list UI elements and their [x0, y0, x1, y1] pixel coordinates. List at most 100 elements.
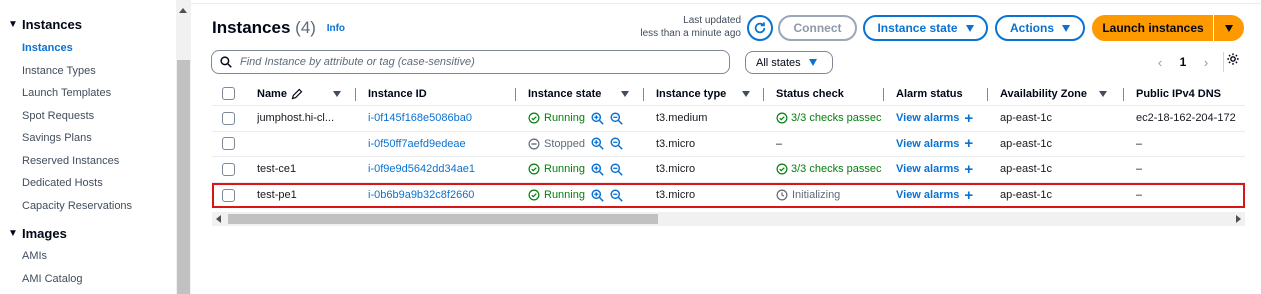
table-row-highlighted[interactable]: test-pe1 i-0b6b9a9b32c8f2660 Running t3.…: [212, 182, 1245, 208]
instance-state-cell: Stopped: [528, 132, 623, 157]
nav-item-spot-requests[interactable]: Spot Requests: [0, 105, 176, 128]
nav-item-reserved-instances[interactable]: Reserved Instances: [0, 150, 176, 173]
column-header-alarm-status[interactable]: Alarm status: [896, 82, 963, 105]
instance-name: test-ce1: [257, 163, 297, 176]
nav-section-images[interactable]: ▼ Images: [0, 223, 176, 243]
select-all-cell[interactable]: [222, 82, 235, 105]
instance-state-button[interactable]: Instance state: [863, 15, 988, 41]
sort-caret-icon[interactable]: [742, 90, 751, 97]
column-header-public-dns[interactable]: Public IPv4 DNS: [1136, 82, 1221, 105]
plus-icon[interactable]: +: [964, 135, 973, 152]
column-header-label: Public IPv4 DNS: [1136, 87, 1221, 100]
scrollbar-thumb[interactable]: [228, 214, 658, 224]
last-updated-value: less than a minute ago: [640, 28, 741, 39]
view-alarms-link[interactable]: View alarms +: [896, 185, 973, 207]
instance-state-label: Instance state: [877, 21, 958, 35]
zoom-out-icon[interactable]: [610, 137, 623, 150]
column-header-label: Instance ID: [368, 87, 427, 100]
table-row[interactable]: i-0f50ff7aefd9edeae Stopped t3.micro – V…: [212, 132, 1245, 157]
status-check-cell: 3/3 checks passec: [776, 106, 884, 131]
sort-caret-icon[interactable]: [1099, 90, 1108, 97]
nav-item-ami-catalog[interactable]: AMI Catalog: [0, 268, 176, 291]
launch-instances-button[interactable]: Launch instances: [1092, 15, 1214, 41]
column-divider[interactable]: [987, 88, 988, 101]
zoom-out-icon[interactable]: [610, 189, 623, 202]
column-header-instance-type[interactable]: Instance type: [656, 82, 756, 105]
actions-button[interactable]: Actions: [995, 15, 1085, 41]
column-divider[interactable]: [355, 88, 356, 101]
sort-caret-icon[interactable]: [332, 90, 341, 97]
table-row[interactable]: jumphost.hi-cl... i-0f145f168e5086ba0 Ru…: [212, 106, 1245, 132]
column-header-status-check[interactable]: Status check: [776, 82, 844, 105]
row-checkbox[interactable]: [222, 162, 235, 176]
column-divider[interactable]: [763, 88, 764, 101]
row-checkbox[interactable]: [222, 111, 235, 125]
zoom-in-icon[interactable]: [591, 112, 604, 125]
search-input[interactable]: [240, 56, 720, 68]
zoom-in-icon[interactable]: [591, 137, 604, 150]
check-circle-icon: [528, 189, 540, 201]
availability-zone: ap-east-1c: [1000, 112, 1052, 125]
scroll-up-arrow-icon[interactable]: [179, 8, 187, 13]
column-header-availability-zone[interactable]: Availability Zone: [1000, 82, 1116, 105]
nav-item-instances[interactable]: Instances: [0, 37, 176, 60]
column-header-name[interactable]: Name: [257, 82, 357, 105]
column-divider[interactable]: [1123, 88, 1124, 101]
nav-item-amis[interactable]: AMIs: [0, 245, 176, 268]
availability-zone: ap-east-1c: [1000, 163, 1052, 176]
zoom-out-icon[interactable]: [610, 112, 623, 125]
sort-caret-icon[interactable]: [621, 90, 630, 97]
nav-item-savings-plans[interactable]: Savings Plans: [0, 127, 176, 150]
row-checkbox[interactable]: [222, 188, 235, 202]
instance-state-text: Running: [544, 163, 585, 176]
sidebar-scrollbar[interactable]: [176, 0, 191, 294]
preferences-button[interactable]: [1226, 52, 1240, 69]
search-bar[interactable]: [211, 50, 730, 74]
zoom-in-icon[interactable]: [591, 163, 604, 176]
table-row[interactable]: test-ce1 i-0f9e9d5642dd34ae1 Running t3.…: [212, 157, 1245, 183]
view-alarms-link[interactable]: View alarms +: [896, 157, 973, 182]
search-icon: [220, 56, 232, 68]
zoom-out-icon[interactable]: [610, 163, 623, 176]
scrollbar-thumb[interactable]: [177, 60, 190, 294]
column-divider[interactable]: [643, 88, 644, 101]
plus-icon[interactable]: +: [964, 187, 973, 204]
instance-id-link[interactable]: i-0f9e9d5642dd34ae1: [368, 157, 475, 182]
check-circle-icon: [528, 112, 540, 124]
zoom-in-icon[interactable]: [591, 189, 604, 202]
column-header-instance-state[interactable]: Instance state: [528, 82, 636, 105]
nav-item-capacity-reservations[interactable]: Capacity Reservations: [0, 195, 176, 218]
select-all-checkbox[interactable]: [222, 87, 235, 100]
launch-options-button[interactable]: [1214, 15, 1244, 41]
nav-item-dedicated-hosts[interactable]: Dedicated Hosts: [0, 172, 176, 195]
next-page-icon[interactable]: ›: [1197, 55, 1215, 70]
previous-page-icon[interactable]: ‹: [1151, 55, 1169, 70]
connect-button[interactable]: Connect: [778, 15, 857, 41]
instance-id-link[interactable]: i-0f50ff7aefd9edeae: [368, 132, 466, 157]
view-alarms-link[interactable]: View alarms +: [896, 106, 973, 131]
pagination-divider: [1223, 52, 1224, 72]
instance-name: test-pe1: [257, 189, 297, 202]
refresh-button[interactable]: [747, 15, 773, 41]
plus-icon[interactable]: +: [964, 110, 973, 127]
public-dns: –: [1136, 189, 1143, 202]
nav-item-launch-templates[interactable]: Launch Templates: [0, 82, 176, 105]
scroll-right-arrow-icon[interactable]: [1236, 215, 1241, 223]
view-alarms-label: View alarms: [896, 163, 960, 176]
instance-id-link[interactable]: i-0f145f168e5086ba0: [368, 106, 472, 131]
nav-item-instance-types[interactable]: Instance Types: [0, 60, 176, 83]
scroll-left-arrow-icon[interactable]: [216, 215, 221, 223]
column-divider[interactable]: [883, 88, 884, 101]
state-filter-select[interactable]: All states: [745, 51, 833, 74]
view-alarms-link[interactable]: View alarms +: [896, 132, 973, 157]
column-header-instance-id[interactable]: Instance ID: [368, 82, 427, 105]
current-page[interactable]: 1: [1169, 55, 1197, 69]
page-title: Instances (4) Info: [212, 18, 345, 38]
column-divider[interactable]: [515, 88, 516, 101]
table-horizontal-scrollbar[interactable]: [212, 212, 1245, 226]
info-link[interactable]: Info: [327, 23, 345, 34]
instance-id-link[interactable]: i-0b6b9a9b32c8f2660: [368, 185, 474, 207]
row-checkbox[interactable]: [222, 137, 235, 151]
nav-section-instances[interactable]: ▼ Instances: [0, 14, 176, 34]
plus-icon[interactable]: +: [964, 161, 973, 178]
